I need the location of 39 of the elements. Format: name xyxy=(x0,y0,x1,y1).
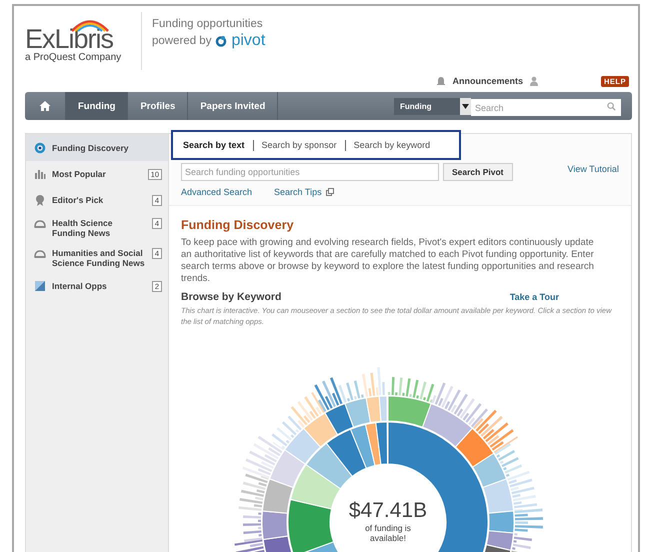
caret-icon xyxy=(462,104,469,108)
search-tips-link[interactable]: Search Tips xyxy=(274,187,322,197)
view-tutorial-link[interactable]: View Tutorial xyxy=(568,164,619,174)
header-title: Funding opportunities xyxy=(152,18,264,30)
search-field[interactable]: Search funding opportunities xyxy=(181,163,439,181)
nav-tab[interactable]: Profiles xyxy=(128,92,188,120)
dropdown-caret[interactable] xyxy=(460,98,471,114)
nav-search-field[interactable]: Search xyxy=(471,99,621,116)
pivot-logo-icon xyxy=(215,35,228,47)
bar-chart-icon xyxy=(34,168,46,180)
powered-by-text: powered by xyxy=(152,35,212,47)
section-title: Funding Discovery xyxy=(181,218,295,232)
search-icon xyxy=(607,102,616,110)
total-caption: of funding is available! xyxy=(364,523,412,543)
ring-icon xyxy=(34,142,46,154)
description-text: To keep pace with growing and evolving research fields, Pivot's expert editors continuously update an authoritative list of keywords that are carefully matched to each Pivot funding opportunity. Enter search terms above or browse by keyword to explore the latest funding opportunities and research trends. xyxy=(181,237,595,285)
search-tab[interactable]: Search by sponsor xyxy=(252,140,345,150)
sunburst-drawing[interactable] xyxy=(234,367,543,552)
logo-wordmark: ExLibris xyxy=(25,26,114,52)
nav-tab[interactable]: Funding xyxy=(66,92,128,120)
pivot-wordmark: pivot xyxy=(231,34,266,48)
nav-tab[interactable]: Papers Invited xyxy=(188,92,278,120)
advanced-search-link[interactable]: Advanced Search xyxy=(181,187,252,197)
flag-square-icon xyxy=(34,280,46,292)
logo-tagline: a ProQuest Company xyxy=(25,52,122,64)
total-amount: $47.41B xyxy=(348,499,428,523)
bell-icon xyxy=(436,76,446,86)
home-icon xyxy=(39,100,51,112)
announcements-link[interactable]: Announcements xyxy=(452,76,523,86)
search-tab[interactable]: Search by text xyxy=(183,140,253,150)
scope-dropdown[interactable]: Funding xyxy=(394,98,460,114)
take-tour-link[interactable]: Take a Tour xyxy=(510,292,559,302)
user-icon xyxy=(528,76,539,86)
browse-title: Browse by Keyword xyxy=(181,291,282,303)
search-button[interactable]: Search Pivot xyxy=(443,163,512,181)
rosette-icon xyxy=(34,194,46,206)
search-tab[interactable]: Search by keyword xyxy=(344,140,438,150)
sidebar-item[interactable]: Funding Discovery xyxy=(26,134,168,161)
external-window-icon xyxy=(326,188,334,196)
